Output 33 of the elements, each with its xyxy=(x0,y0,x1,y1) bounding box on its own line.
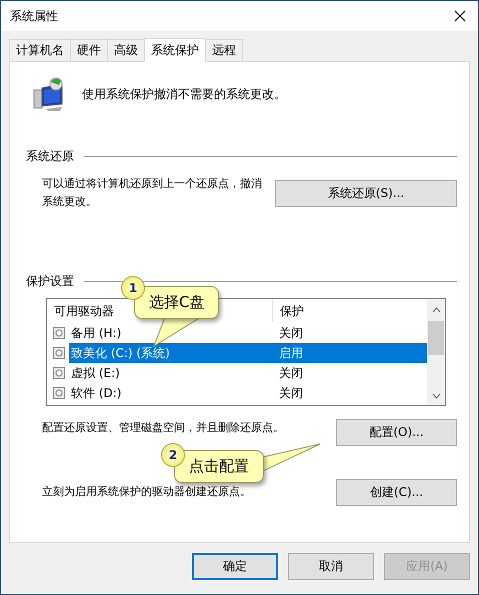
configure-description: 配置还原设置、管理磁盘空间，并且删除还原点。 xyxy=(42,420,285,436)
tab[interactable]: 系统保护 xyxy=(144,38,206,62)
column-header[interactable]: 保护 xyxy=(273,300,423,322)
drive-name[interactable]: 致美化 (C:) (系统) xyxy=(69,343,273,363)
tab[interactable]: 计算机名 xyxy=(9,39,71,61)
drive-icon xyxy=(53,387,65,399)
protection-status: 关闭 xyxy=(278,325,304,342)
drive-icon xyxy=(53,367,65,379)
dialog-button[interactable]: 取消 xyxy=(288,553,374,580)
tab[interactable]: 远程 xyxy=(205,39,243,61)
scrollbar[interactable] xyxy=(427,299,445,405)
drive-name[interactable]: 备用 (H:) xyxy=(69,323,273,343)
drive-icon xyxy=(53,327,65,339)
scroll-up-icon xyxy=(432,307,440,313)
create-description: 立刻为启用系统保护的驱动器创建还原点。 xyxy=(42,484,252,500)
protection-status: 关闭 xyxy=(278,385,304,402)
configure-button[interactable]: 配置(O)... xyxy=(336,419,457,446)
callout-pointer xyxy=(263,443,321,473)
intro-text: 使用系统保护撤消不需要的系统更改。 xyxy=(82,86,286,102)
group-label: 系统还原 xyxy=(26,148,74,165)
drive-name[interactable]: 软件 (D:) xyxy=(69,383,273,403)
protection-status: 关闭 xyxy=(278,365,304,382)
protection-status: 启用 xyxy=(273,343,427,363)
create-button[interactable]: 创建(C)... xyxy=(336,479,457,506)
dialog-button[interactable]: 确定 xyxy=(192,553,278,580)
close-icon xyxy=(454,10,466,22)
drive-name[interactable]: 虚拟 (E:) xyxy=(69,363,273,383)
window-title: 系统属性 xyxy=(10,8,58,24)
restore-description: 可以通过将计算机还原到上一个还原点，撤消系统更改。 xyxy=(42,176,263,210)
group-label: 保护设置 xyxy=(26,273,74,290)
drive-icon xyxy=(53,347,65,359)
system-restore-button[interactable]: 系统还原(S)... xyxy=(275,180,457,206)
scroll-down-icon xyxy=(432,393,440,399)
